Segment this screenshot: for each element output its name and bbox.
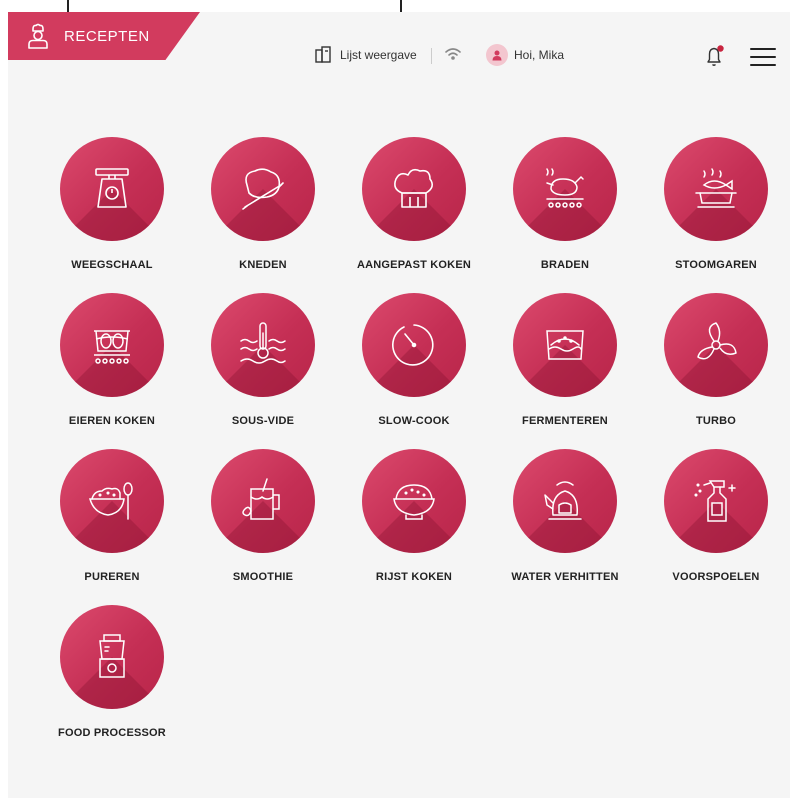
greeting: Hoi, Mika (514, 48, 565, 62)
program-label: AANGEPAST KOKEN (356, 259, 472, 271)
program-label: VOORSPOELEN (672, 571, 760, 583)
program-tile-water-verhitten[interactable]: WATER VERHITTEN (488, 449, 638, 589)
timer-icon (391, 324, 434, 366)
program-tile-pureren[interactable]: PUREREN (35, 449, 185, 589)
food-processor-icon (99, 634, 125, 678)
user-profile[interactable]: Hoi, Mika (486, 44, 564, 66)
program-label: BRADEN (540, 259, 590, 271)
program-label: STOOMGAREN (675, 259, 757, 271)
recepten-label: RECEPTEN (64, 27, 150, 45)
spray-bottle-icon (694, 480, 736, 522)
program-label: RIJST KOKEN (375, 571, 453, 583)
program-label: KNEDEN (239, 259, 287, 271)
list-view-toggle[interactable]: Lijst weergave (314, 46, 417, 64)
user-icon (492, 50, 502, 61)
program-label: WEEGSCHAAL (71, 259, 153, 271)
program-tile-voorspoelen[interactable]: VOORSPOELEN (639, 449, 789, 589)
list-view-icon (315, 46, 331, 63)
scale-icon (95, 168, 129, 208)
top-bar: Lijst weergave Hoi, Mika (8, 44, 790, 70)
app-screen: RECEPTEN Lijst weergave Hoi, Mika WEEGSC… (8, 12, 790, 798)
program-tile-slow-cook[interactable]: SLOW-COOK (337, 293, 487, 433)
program-label: TURBO (695, 415, 737, 427)
program-label: SMOOTHIE (232, 571, 294, 583)
list-view-label: Lijst weergave (340, 48, 417, 62)
program-tile-turbo[interactable]: TURBO (639, 293, 789, 433)
program-tile-food-processor[interactable]: FOOD PROCESSOR (35, 605, 185, 745)
program-tile-braden[interactable]: BRADEN (488, 137, 638, 277)
dough-rolling-pin-icon (242, 168, 284, 210)
program-tile-aangepast-koken[interactable]: AANGEPAST KOKEN (337, 137, 487, 277)
program-label: FERMENTEREN (522, 415, 608, 427)
program-label: FOOD PROCESSOR (58, 727, 166, 739)
avatar (486, 44, 508, 66)
steam-fish-icon (695, 168, 737, 208)
program-tile-weegschaal[interactable]: WEEGSCHAAL (35, 137, 185, 277)
roast-chicken-icon (546, 168, 584, 208)
fermenting-bowl-icon (546, 330, 584, 360)
puree-bowl-icon (89, 482, 133, 520)
program-label: SLOW-COOK (378, 415, 450, 427)
program-tile-stoomgaren[interactable]: STOOMGAREN (639, 137, 789, 277)
divider (431, 48, 432, 64)
thermometer-water-icon (240, 322, 286, 364)
chef-hat-icon (394, 168, 434, 208)
program-label: PUREREN (84, 571, 140, 583)
program-tile-sous-vide[interactable]: SOUS-VIDE (186, 293, 336, 433)
turbo-blade-icon (697, 322, 737, 360)
program-tile-eieren-koken[interactable]: EIEREN KOKEN (35, 293, 185, 433)
eggs-pot-icon (94, 330, 130, 364)
program-label: WATER VERHITTEN (511, 571, 619, 583)
program-tile-kneden[interactable]: KNEDEN (186, 137, 336, 277)
hamburger-menu-icon[interactable] (750, 48, 776, 72)
wifi-icon (445, 48, 461, 60)
program-tile-smoothie[interactable]: SMOOTHIE (186, 449, 336, 589)
program-tile-rijst-koken[interactable]: RIJST KOKEN (337, 449, 487, 589)
bell-icon[interactable] (704, 44, 726, 68)
program-label: SOUS-VIDE (231, 415, 295, 427)
program-tile-fermenteren[interactable]: FERMENTEREN (488, 293, 638, 433)
kettle-icon (544, 481, 582, 520)
rice-bowl-icon (393, 484, 435, 520)
smoothie-jar-icon (242, 478, 280, 520)
program-label: EIEREN KOKEN (68, 415, 156, 427)
